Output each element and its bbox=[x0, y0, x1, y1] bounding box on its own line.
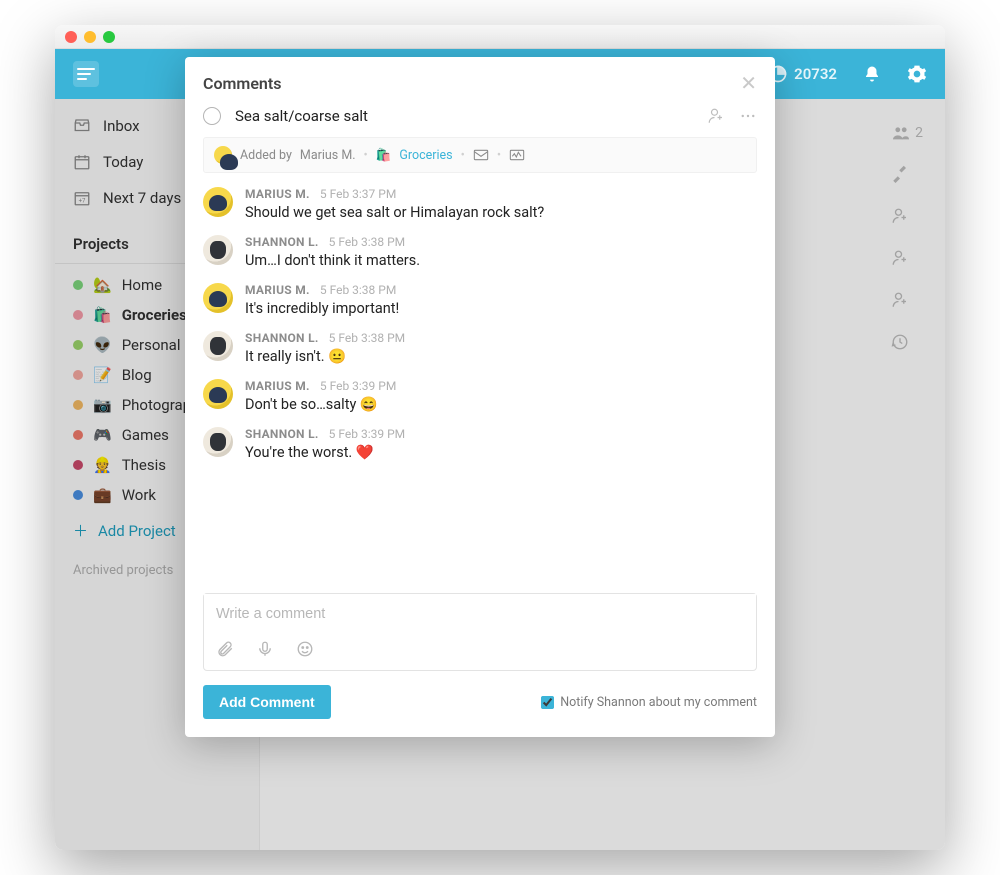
task-meta-bar: Added by Marius M. • 🛍️ Groceries • • bbox=[203, 137, 757, 173]
comment-item: MARIUS M. 5 Feb 3:38 PM It's incredibly im… bbox=[203, 283, 757, 317]
comment-author: MARIUS M. bbox=[245, 379, 310, 393]
notify-checkbox[interactable] bbox=[541, 696, 554, 709]
task-title: Sea salt/coarse salt bbox=[235, 107, 693, 125]
task-header: Sea salt/coarse salt bbox=[203, 107, 757, 125]
comment-text: It really isn't. 😐 bbox=[245, 348, 405, 365]
comment-timestamp: 5 Feb 3:37 PM bbox=[320, 187, 396, 201]
comment-text: Should we get sea salt or Himalayan rock… bbox=[245, 204, 544, 221]
comment-item: SHANNON L. 5 Feb 3:38 PM Um…I don't think … bbox=[203, 235, 757, 269]
compose-box bbox=[203, 593, 757, 671]
comments-list: MARIUS M. 5 Feb 3:37 PM Should we get sea … bbox=[203, 187, 757, 583]
notify-label: Notify Shannon about my comment bbox=[560, 695, 757, 710]
comment-text: Um…I don't think it matters. bbox=[245, 252, 420, 269]
notifications-icon[interactable] bbox=[863, 65, 881, 83]
comment-avatar bbox=[203, 379, 233, 409]
window-maximize-button[interactable] bbox=[103, 31, 115, 43]
app-logo-icon[interactable] bbox=[73, 61, 99, 87]
comment-timestamp: 5 Feb 3:38 PM bbox=[320, 283, 396, 297]
comment-timestamp: 5 Feb 3:38 PM bbox=[329, 235, 405, 249]
modal-title: Comments bbox=[203, 74, 281, 93]
assign-person-icon[interactable] bbox=[707, 107, 725, 125]
meta-avatar bbox=[214, 146, 232, 164]
comment-avatar bbox=[203, 331, 233, 361]
comment-author: MARIUS M. bbox=[245, 283, 310, 297]
comment-author: SHANNON L. bbox=[245, 331, 319, 345]
comment-timestamp: 5 Feb 3:39 PM bbox=[320, 379, 396, 393]
activity-meta-icon[interactable] bbox=[509, 148, 525, 162]
comment-item: SHANNON L. 5 Feb 3:38 PM It really isn't. … bbox=[203, 331, 757, 365]
app-window: Quick Find 20732 bbox=[55, 25, 945, 850]
karma-value: 20732 bbox=[794, 65, 837, 83]
karma-count[interactable]: 20732 bbox=[768, 64, 837, 84]
comment-text: It's incredibly important! bbox=[245, 300, 399, 317]
window-minimize-button[interactable] bbox=[84, 31, 96, 43]
window-close-button[interactable] bbox=[65, 31, 77, 43]
comment-avatar bbox=[203, 427, 233, 457]
added-by-label: Added by bbox=[240, 148, 292, 163]
added-by-name: Marius M. bbox=[300, 148, 356, 163]
emoji-icon[interactable] bbox=[296, 640, 314, 658]
modal-close-button[interactable]: ✕ bbox=[740, 71, 757, 95]
more-actions-icon[interactable] bbox=[739, 107, 757, 125]
comment-timestamp: 5 Feb 3:38 PM bbox=[329, 331, 405, 345]
comment-text: Don't be so…salty 😄 bbox=[245, 396, 396, 413]
comment-avatar bbox=[203, 187, 233, 217]
comment-item: SHANNON L. 5 Feb 3:39 PM You're the worst.… bbox=[203, 427, 757, 461]
task-complete-checkbox[interactable] bbox=[203, 107, 221, 125]
notify-toggle[interactable]: Notify Shannon about my comment bbox=[541, 695, 757, 710]
window-titlebar bbox=[55, 25, 945, 49]
comment-timestamp: 5 Feb 3:39 PM bbox=[329, 427, 405, 441]
project-link[interactable]: Groceries bbox=[399, 148, 452, 163]
add-comment-button[interactable]: Add Comment bbox=[203, 685, 331, 719]
comment-avatar bbox=[203, 283, 233, 313]
comment-avatar bbox=[203, 235, 233, 265]
settings-icon[interactable] bbox=[907, 64, 927, 84]
microphone-icon[interactable] bbox=[256, 640, 274, 658]
comments-modal: Comments ✕ Sea salt/coarse salt Added by… bbox=[185, 57, 775, 737]
comment-author: SHANNON L. bbox=[245, 427, 319, 441]
comment-item: MARIUS M. 5 Feb 3:37 PM Should we get sea … bbox=[203, 187, 757, 221]
comment-text: You're the worst. ❤️ bbox=[245, 444, 405, 461]
email-icon[interactable] bbox=[473, 148, 489, 162]
project-emoji: 🛍️ bbox=[376, 148, 392, 163]
comment-author: SHANNON L. bbox=[245, 235, 319, 249]
comment-item: MARIUS M. 5 Feb 3:39 PM Don't be so…salty … bbox=[203, 379, 757, 413]
comment-input[interactable] bbox=[204, 594, 756, 634]
attachment-icon[interactable] bbox=[216, 640, 234, 658]
comment-author: MARIUS M. bbox=[245, 187, 310, 201]
